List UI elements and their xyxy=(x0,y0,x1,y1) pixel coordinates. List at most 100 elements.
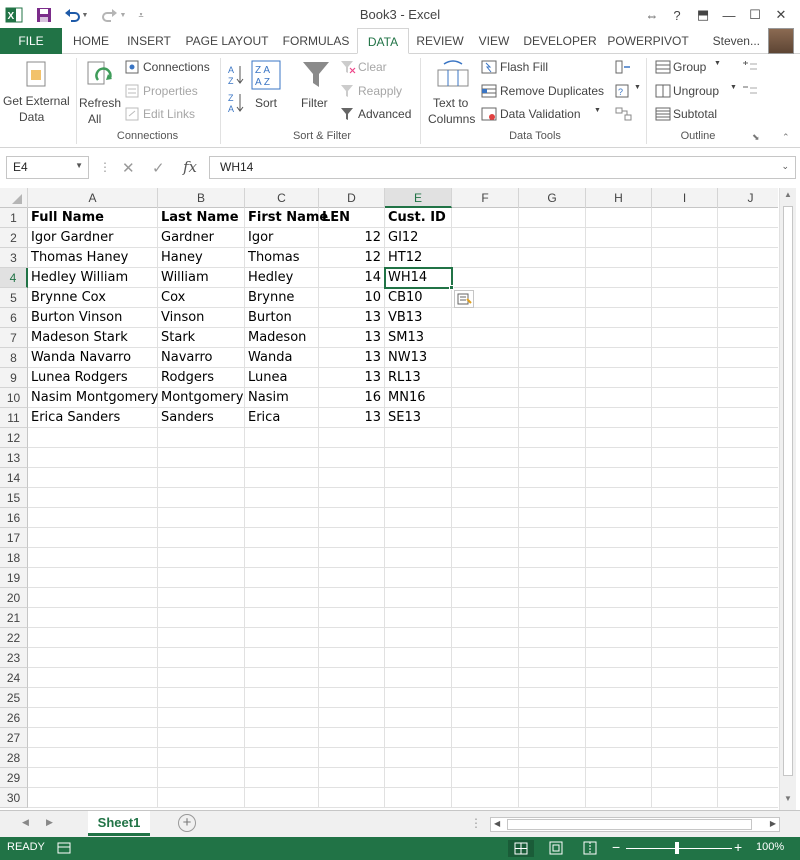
cell-g13[interactable] xyxy=(519,448,586,468)
cell-g27[interactable] xyxy=(519,728,586,748)
column-header-h[interactable]: H xyxy=(586,188,652,208)
cell-g26[interactable] xyxy=(519,708,586,728)
tab-insert[interactable]: INSERT xyxy=(122,28,176,54)
cell-a2[interactable]: Igor Gardner xyxy=(28,228,158,248)
collapse-ribbon-icon[interactable]: ⌃ xyxy=(782,132,790,143)
cell-h9[interactable] xyxy=(586,368,652,388)
cell-e14[interactable] xyxy=(385,468,452,488)
cell-c13[interactable] xyxy=(245,448,319,468)
ungroup-dropdown-icon[interactable]: ▼ xyxy=(730,84,737,91)
cell-f29[interactable] xyxy=(452,768,519,788)
cell-d1[interactable]: LEN xyxy=(319,208,385,228)
cell-d14[interactable] xyxy=(319,468,385,488)
cell-g4[interactable] xyxy=(519,268,586,288)
cell-g3[interactable] xyxy=(519,248,586,268)
cell-b10[interactable]: Montgomery xyxy=(158,388,245,408)
cell-h17[interactable] xyxy=(586,528,652,548)
cell-e13[interactable] xyxy=(385,448,452,468)
cell-f25[interactable] xyxy=(452,688,519,708)
cell-a19[interactable] xyxy=(28,568,158,588)
cell-j25[interactable] xyxy=(718,688,778,708)
cell-d5[interactable]: 10 xyxy=(319,288,385,308)
filter-icon[interactable] xyxy=(302,60,330,90)
column-header-f[interactable]: F xyxy=(452,188,519,208)
cell-i5[interactable] xyxy=(652,288,718,308)
tab-home[interactable]: HOME xyxy=(68,28,114,54)
cell-j28[interactable] xyxy=(718,748,778,768)
get-external-data-label-2[interactable]: Data xyxy=(19,110,44,124)
expand-formula-bar-icon[interactable]: ⌄ xyxy=(781,161,789,172)
cell-f3[interactable] xyxy=(452,248,519,268)
cell-j21[interactable] xyxy=(718,608,778,628)
cell-g9[interactable] xyxy=(519,368,586,388)
column-header-d[interactable]: D xyxy=(319,188,385,208)
refresh-all-label-1[interactable]: Refresh xyxy=(79,96,121,110)
cell-a27[interactable] xyxy=(28,728,158,748)
cell-i18[interactable] xyxy=(652,548,718,568)
cell-c28[interactable] xyxy=(245,748,319,768)
cell-b21[interactable] xyxy=(158,608,245,628)
cell-e15[interactable] xyxy=(385,488,452,508)
cell-e25[interactable] xyxy=(385,688,452,708)
cell-j23[interactable] xyxy=(718,648,778,668)
cell-f21[interactable] xyxy=(452,608,519,628)
cell-e6[interactable]: VB13 xyxy=(385,308,452,328)
cell-j20[interactable] xyxy=(718,588,778,608)
cell-f27[interactable] xyxy=(452,728,519,748)
row-header-6[interactable]: 6 xyxy=(0,308,28,328)
scroll-down-icon[interactable]: ▼ xyxy=(784,794,792,803)
cell-h22[interactable] xyxy=(586,628,652,648)
cell-a17[interactable] xyxy=(28,528,158,548)
sort-button[interactable]: Sort xyxy=(255,96,277,110)
cell-g23[interactable] xyxy=(519,648,586,668)
column-header-a[interactable]: A xyxy=(28,188,158,208)
cell-a16[interactable] xyxy=(28,508,158,528)
cell-d3[interactable]: 12 xyxy=(319,248,385,268)
refresh-all-label-2[interactable]: All xyxy=(88,112,101,126)
group-button[interactable]: Group xyxy=(673,60,706,74)
cell-a3[interactable]: Thomas Haney xyxy=(28,248,158,268)
cell-j2[interactable] xyxy=(718,228,778,248)
sheet-prev-icon[interactable]: ◀ xyxy=(22,817,29,828)
cell-b5[interactable]: Cox xyxy=(158,288,245,308)
cell-g28[interactable] xyxy=(519,748,586,768)
cell-f18[interactable] xyxy=(452,548,519,568)
cell-h12[interactable] xyxy=(586,428,652,448)
cell-i7[interactable] xyxy=(652,328,718,348)
cell-h8[interactable] xyxy=(586,348,652,368)
cell-e29[interactable] xyxy=(385,768,452,788)
tab-review[interactable]: REVIEW xyxy=(412,28,468,54)
text-to-columns-label-1[interactable]: Text to xyxy=(433,96,468,110)
select-all-corner[interactable] xyxy=(0,188,28,208)
cell-g14[interactable] xyxy=(519,468,586,488)
cell-a13[interactable] xyxy=(28,448,158,468)
zoom-slider[interactable] xyxy=(626,848,732,849)
zoom-slider-thumb[interactable] xyxy=(675,842,679,854)
cell-e10[interactable]: MN16 xyxy=(385,388,452,408)
cell-j10[interactable] xyxy=(718,388,778,408)
tab-powerpivot[interactable]: POWERPIVOT xyxy=(606,28,690,54)
cell-c18[interactable] xyxy=(245,548,319,568)
cell-f1[interactable] xyxy=(452,208,519,228)
name-box-dropdown-icon[interactable]: ▼ xyxy=(75,161,83,170)
avatar[interactable] xyxy=(768,28,794,54)
horizontal-scrollbar[interactable]: ◀ ▶ xyxy=(490,817,780,832)
cell-c10[interactable]: Nasim xyxy=(245,388,319,408)
cell-f13[interactable] xyxy=(452,448,519,468)
flash-fill-options-icon[interactable] xyxy=(454,290,474,308)
cell-h5[interactable] xyxy=(586,288,652,308)
vertical-scrollbar[interactable]: ▲ ▼ xyxy=(779,188,796,810)
row-header-21[interactable]: 21 xyxy=(0,608,28,628)
cell-i11[interactable] xyxy=(652,408,718,428)
cell-c7[interactable]: Madeson xyxy=(245,328,319,348)
tab-file[interactable]: FILE xyxy=(0,28,62,54)
close-button[interactable]: ✕ xyxy=(770,5,792,25)
cell-b4[interactable]: William xyxy=(158,268,245,288)
row-header-28[interactable]: 28 xyxy=(0,748,28,768)
cell-f22[interactable] xyxy=(452,628,519,648)
cell-h23[interactable] xyxy=(586,648,652,668)
cell-j27[interactable] xyxy=(718,728,778,748)
cell-c27[interactable] xyxy=(245,728,319,748)
cell-c3[interactable]: Thomas xyxy=(245,248,319,268)
cell-d20[interactable] xyxy=(319,588,385,608)
